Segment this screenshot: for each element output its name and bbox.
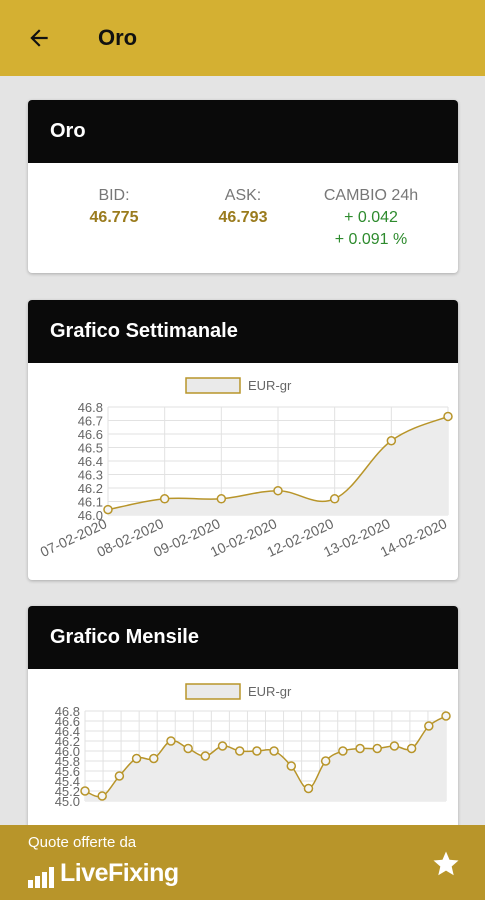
data-point [338,746,348,756]
quote-card: Oro BID: 46.775 ASK: 46.793 CAMBIO 24h +… [28,100,458,273]
ask-label: ASK: [224,187,262,204]
data-point [97,791,107,801]
bid-label: BID: [98,187,130,204]
data-point [372,743,382,754]
data-point [286,761,297,771]
data-point [216,494,227,504]
data-point [114,771,125,781]
favorite-button[interactable] [431,849,461,879]
legend-label: EUR-gr [248,378,292,393]
data-point [424,721,434,731]
data-point [159,494,170,504]
weekly-chart-card: Grafico Settimanale EUR-gr 46.8 46.7 46.6 46… [28,300,458,580]
monthly-chart[interactable]: EUR-gr46.846.646.446.246.045.845.645.445… [28,669,458,846]
legend-label: EUR-gr [248,684,292,699]
footer-bar: Quote offerte da LiveFixing [0,825,485,900]
data-point [269,746,279,756]
bar-chart-logo-icon [28,867,54,888]
data-point [252,746,262,756]
data-point [443,411,453,422]
data-point [183,743,193,754]
data-point [131,753,142,764]
bid-block: BID: 46.775 [84,185,144,229]
footer-caption: Quote offerte da [28,834,137,851]
monthly-chart-card: Grafico Mensile EUR-gr 46.8 46.6 46.4 46.2 46… [28,606,458,846]
data-point [355,743,365,754]
data-point [273,485,283,496]
ask-value: 46.793 [218,209,268,226]
legend-swatch [185,683,241,700]
change-absolute: + 0.042 [344,209,398,226]
star-icon [433,851,459,876]
change-percent: + 0.091 % [334,231,408,248]
y-tick-label: 45.0 [55,794,80,809]
data-point [389,741,400,751]
data-point [320,756,331,766]
data-point [217,741,228,751]
brand-logo[interactable]: LiveFixing [28,859,179,888]
data-point [200,751,211,761]
data-point [166,736,176,746]
data-point [303,783,314,794]
quote-values: BID: 46.775 ASK: 46.793 CAMBIO 24h + 0.0… [28,163,458,273]
app-bar: Oro [0,0,485,76]
data-point [386,436,397,446]
weekly-chart-title: Grafico Settimanale [28,300,458,363]
data-point [406,743,417,754]
change-block: CAMBIO 24h + 0.042 + 0.091 % [310,185,432,251]
ask-block: ASK: 46.793 [211,185,275,229]
monthly-chart-title: Grafico Mensile [28,606,458,669]
bid-value: 46.775 [89,209,139,226]
data-point [149,753,159,764]
brand-name: LiveFixing [60,859,179,887]
data-point [329,494,340,504]
arrow-left-icon [30,29,48,47]
data-point [103,504,113,515]
page-title: Oro [98,25,138,50]
back-button[interactable] [14,13,64,63]
quote-card-title: Oro [28,100,458,163]
weekly-chart[interactable]: EUR-gr46.846.746.646.546.446.346.246.146… [28,363,458,580]
data-point [234,746,245,756]
change-label: CAMBIO 24h [323,187,419,204]
data-point [80,786,90,796]
data-point [441,711,451,721]
legend-swatch [185,377,241,394]
